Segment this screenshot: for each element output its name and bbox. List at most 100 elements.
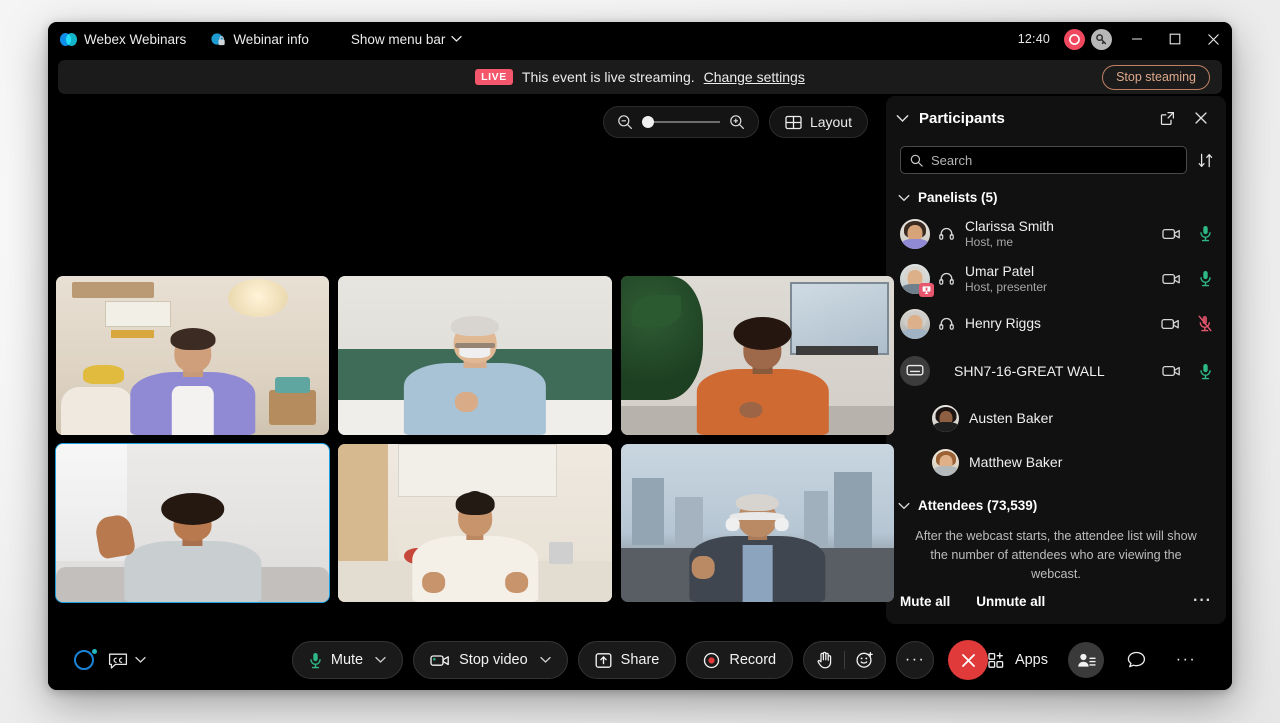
panel-more-icon[interactable]: ··· bbox=[1193, 592, 1212, 610]
participants-button[interactable] bbox=[1068, 642, 1104, 678]
search-icon bbox=[910, 154, 923, 167]
participant-role: Host, me bbox=[965, 235, 1154, 249]
webinar-info-label: Webinar info bbox=[233, 32, 309, 47]
video-grid bbox=[56, 276, 894, 602]
closed-captions-button[interactable] bbox=[108, 652, 146, 669]
record-button[interactable]: Record bbox=[686, 641, 793, 679]
zoom-in-icon[interactable] bbox=[729, 114, 745, 130]
chevron-down-icon[interactable] bbox=[540, 656, 551, 664]
stage-controls: Layout bbox=[603, 106, 868, 138]
panel-title: Participants bbox=[919, 110, 1005, 127]
camera-icon[interactable] bbox=[1162, 272, 1181, 286]
participant-row[interactable]: Clarissa Smith Host, me bbox=[886, 211, 1226, 256]
participant-name: Clarissa Smith bbox=[965, 219, 1154, 234]
panel-header: Participants bbox=[886, 96, 1226, 140]
more-icon: ··· bbox=[905, 652, 925, 668]
participant-row[interactable]: Austen Baker bbox=[886, 396, 1226, 440]
device-row[interactable]: SHN7-16-GREAT WALL bbox=[886, 346, 1226, 396]
record-icon bbox=[703, 652, 720, 669]
video-tile[interactable] bbox=[338, 276, 611, 435]
mute-all-button[interactable]: Mute all bbox=[900, 594, 950, 609]
avatar bbox=[900, 264, 930, 294]
layout-button[interactable]: Layout bbox=[769, 106, 868, 138]
attendees-section-header[interactable]: Attendees (73,539) bbox=[886, 484, 1226, 519]
attendees-note: After the webcast starts, the attendee l… bbox=[886, 519, 1226, 578]
webinar-info-button[interactable]: Webinar info bbox=[210, 32, 323, 47]
maximize-button[interactable] bbox=[1156, 22, 1194, 56]
chevron-down-icon bbox=[898, 194, 910, 202]
video-tile[interactable] bbox=[621, 444, 894, 603]
more-options-button[interactable]: ··· bbox=[896, 641, 934, 679]
mic-icon bbox=[309, 652, 322, 669]
raise-hand-icon[interactable] bbox=[804, 642, 844, 678]
avatar bbox=[900, 309, 930, 339]
video-tile[interactable] bbox=[56, 276, 329, 435]
live-badge: LIVE bbox=[475, 69, 513, 85]
stop-video-button[interactable]: Stop video bbox=[413, 641, 568, 679]
end-call-button[interactable] bbox=[948, 640, 988, 680]
key-icon[interactable] bbox=[1091, 29, 1112, 50]
apps-button[interactable]: Apps bbox=[982, 642, 1054, 678]
apps-label: Apps bbox=[1015, 652, 1048, 668]
video-scene bbox=[338, 444, 611, 603]
participant-row[interactable]: Umar Patel Host, presenter bbox=[886, 256, 1226, 301]
camera-icon[interactable] bbox=[1161, 317, 1180, 331]
zoom-out-icon[interactable] bbox=[617, 114, 633, 130]
zoom-slider-track[interactable] bbox=[642, 121, 720, 123]
apps-icon bbox=[988, 652, 1007, 669]
app-title: Webex Webinars bbox=[60, 32, 200, 47]
pop-out-icon[interactable] bbox=[1154, 105, 1180, 131]
video-tile[interactable] bbox=[621, 276, 894, 435]
end-call-icon bbox=[960, 652, 977, 669]
main-body: Layout bbox=[48, 94, 1232, 630]
webex-assistant-icon[interactable] bbox=[74, 650, 94, 670]
participant-row[interactable]: Matthew Baker bbox=[886, 440, 1226, 484]
close-panel-icon[interactable] bbox=[1188, 105, 1214, 131]
reactions-icon[interactable] bbox=[845, 642, 885, 678]
mic-off-icon[interactable] bbox=[1198, 315, 1212, 332]
participant-info: Austen Baker bbox=[967, 410, 1214, 426]
zoom-slider-knob[interactable] bbox=[642, 116, 654, 128]
panel-collapse-chevron-icon[interactable] bbox=[896, 114, 909, 123]
panel-list[interactable]: Panelists (5) bbox=[886, 180, 1226, 578]
minimize-button[interactable] bbox=[1118, 22, 1156, 56]
headset-icon bbox=[938, 316, 955, 332]
webex-logo-icon bbox=[60, 32, 77, 47]
unmute-all-button[interactable]: Unmute all bbox=[976, 594, 1045, 609]
avatar bbox=[900, 219, 930, 249]
chevron-down-icon[interactable] bbox=[135, 656, 146, 664]
stop-streaming-button[interactable]: Stop steaming bbox=[1102, 65, 1210, 90]
avatar bbox=[932, 405, 959, 432]
chat-icon bbox=[1127, 651, 1146, 669]
toolbar-left-group bbox=[60, 650, 146, 670]
mic-on-icon[interactable] bbox=[1199, 270, 1212, 287]
more-icon: ··· bbox=[1176, 652, 1196, 668]
participant-role: Host, presenter bbox=[965, 280, 1154, 294]
device-info: SHN7-16-GREAT WALL bbox=[938, 363, 1154, 379]
close-button[interactable] bbox=[1194, 22, 1232, 56]
video-tile-active[interactable] bbox=[56, 444, 329, 603]
mic-on-icon[interactable] bbox=[1199, 363, 1212, 380]
show-menu-bar-button[interactable]: Show menu bar bbox=[351, 32, 477, 47]
search-input[interactable] bbox=[931, 153, 1177, 168]
chevron-down-icon[interactable] bbox=[375, 656, 386, 664]
search-box[interactable] bbox=[900, 146, 1187, 174]
participant-row[interactable]: Henry Riggs bbox=[886, 301, 1226, 346]
zoom-slider-control[interactable] bbox=[603, 106, 759, 138]
sort-icon[interactable] bbox=[1197, 152, 1214, 169]
layout-grid-icon bbox=[785, 115, 802, 130]
toolbar-more-button[interactable]: ··· bbox=[1168, 642, 1204, 678]
share-button[interactable]: Share bbox=[578, 641, 677, 679]
panelists-section-header[interactable]: Panelists (5) bbox=[886, 180, 1226, 211]
chat-button[interactable] bbox=[1118, 642, 1154, 678]
mute-label: Mute bbox=[331, 652, 363, 668]
video-tile[interactable] bbox=[338, 444, 611, 603]
recording-indicator-icon[interactable] bbox=[1064, 29, 1085, 50]
mute-button[interactable]: Mute bbox=[292, 641, 403, 679]
camera-icon[interactable] bbox=[1162, 227, 1181, 241]
change-settings-link[interactable]: Change settings bbox=[704, 69, 805, 85]
title-bar: Webex Webinars Webinar info Show menu ba… bbox=[48, 22, 1232, 56]
camera-icon[interactable] bbox=[1162, 364, 1181, 378]
device-name: SHN7-16-GREAT WALL bbox=[940, 363, 1154, 379]
mic-on-icon[interactable] bbox=[1199, 225, 1212, 242]
